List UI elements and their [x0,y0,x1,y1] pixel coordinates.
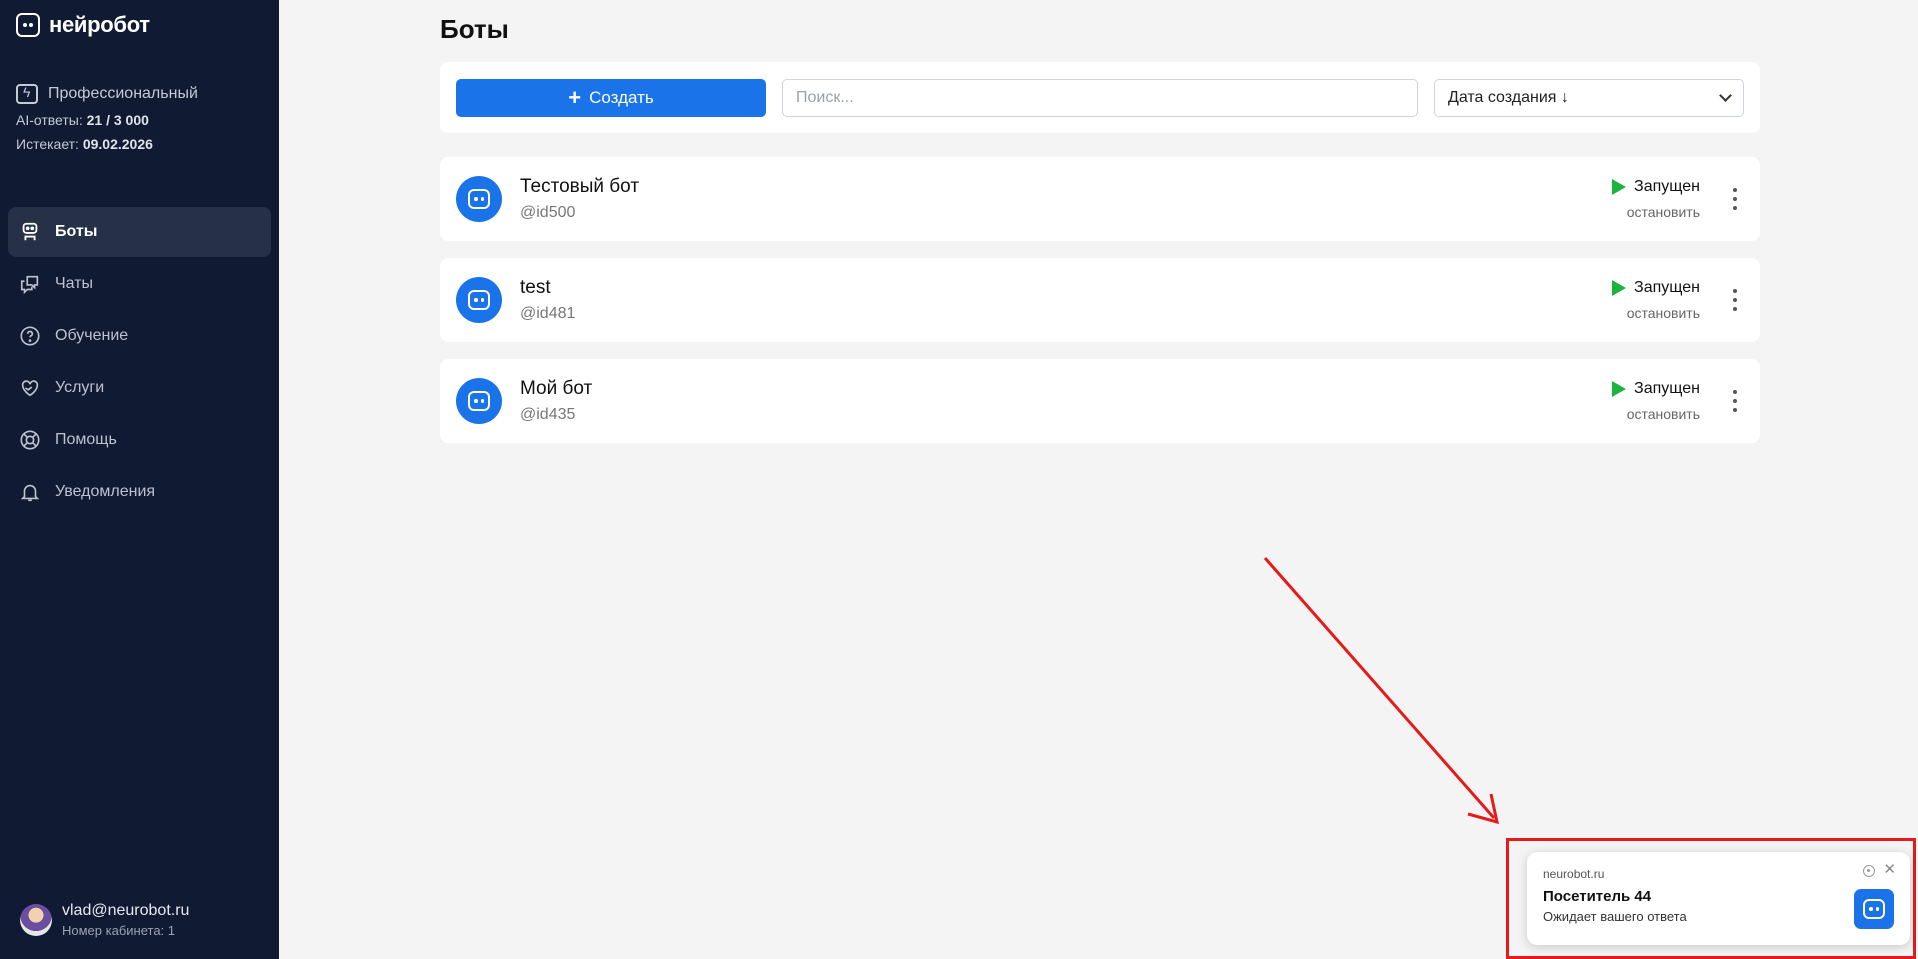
bot-handle: @id481 [520,305,576,322]
robot-icon [468,189,490,209]
bot-avatar [456,378,502,424]
bot-card[interactable]: Тестовый бот @id500 Запущен остановить [440,157,1760,241]
sidebar-item-services[interactable]: Услуги [8,363,271,413]
bot-card[interactable]: test @id481 Запущен остановить [440,258,1760,342]
plan-info: Профессиональный AI-ответы: 21 / 3 000 И… [16,84,198,152]
sidebar-item-label: Помощь [55,431,117,448]
user-email: vlad@neurobot.ru [62,902,190,919]
bot-card[interactable]: Мой бот @id435 Запущен остановить [440,359,1760,443]
sort-select-value: Дата создания ↓ [1448,89,1569,106]
bot-handle: @id435 [520,406,576,423]
heart-hand-icon [19,377,41,399]
notification-popup[interactable]: neurobot.ru Посетитель 44 Ожидает вашего… [1527,852,1910,945]
plus-icon: + [568,85,582,110]
bot-status-label: Запущен [1634,380,1700,397]
notification-subtitle: Ожидает вашего ответа [1543,909,1687,924]
settings-icon[interactable] [1863,865,1875,877]
logo-text: нейробот [49,12,150,37]
create-button-label: Создать [589,88,654,107]
play-icon [1612,280,1627,296]
stop-bot-link[interactable]: остановить [1627,406,1700,422]
bot-handle: @id500 [520,204,576,221]
robot-logo-icon [16,13,40,37]
user-profile[interactable]: vlad@neurobot.ru Номер кабинета: 1 [20,902,189,938]
bot-status-label: Запущен [1634,279,1700,296]
more-options-icon[interactable] [1732,390,1738,412]
sidebar-item-learning[interactable]: Обучение [8,311,271,361]
robot-icon [19,221,41,243]
bot-name[interactable]: test [520,277,551,299]
cabinet-number: Номер кабинета: 1 [62,923,176,938]
sidebar: нейробот Профессиональный AI-ответы: 21 … [0,0,279,959]
plan-name: Профессиональный [48,85,198,102]
page-title: Боты [440,14,509,44]
battery-bolt-icon [16,84,38,104]
stop-bot-link[interactable]: остановить [1627,305,1700,321]
notification-title: Посетитель 44 [1543,888,1652,905]
notification-site: neurobot.ru [1543,867,1605,881]
play-icon [1612,381,1627,397]
bot-status: Запущен [1612,178,1700,196]
sort-select[interactable]: Дата создания ↓ [1434,79,1744,117]
notification-bot-icon [1854,889,1894,929]
bot-name[interactable]: Тестовый бот [520,176,639,198]
robot-icon [468,391,490,411]
play-icon [1612,179,1627,195]
sidebar-item-label: Боты [55,223,98,240]
sidebar-item-bots[interactable]: Боты [8,207,271,257]
ai-answers: AI-ответы: 21 / 3 000 [16,112,149,128]
bell-icon [19,481,41,503]
bot-name[interactable]: Мой бот [520,378,592,400]
lifebuoy-icon [19,429,41,451]
avatar [20,904,52,936]
plan-expires: Истекает: 09.02.2026 [16,136,153,152]
annotation-arrow [1263,557,1499,825]
sidebar-item-label: Обучение [55,327,129,344]
plan-expires-value: 09.02.2026 [82,136,153,152]
bot-avatar [456,176,502,222]
chevron-down-icon [1719,89,1732,102]
robot-icon [1863,899,1885,919]
stop-bot-link[interactable]: остановить [1627,204,1700,220]
more-options-icon[interactable] [1732,289,1738,311]
bot-status: Запущен [1612,279,1700,297]
toolbar: + Создать Дата создания ↓ [440,62,1760,133]
sidebar-item-label: Уведомления [55,483,156,500]
bot-status: Запущен [1612,380,1700,398]
question-icon [19,325,41,347]
ai-answers-value: 21 / 3 000 [86,112,149,128]
chat-icon [19,273,41,295]
robot-icon [468,290,490,310]
more-options-icon[interactable] [1732,188,1738,210]
close-icon[interactable]: ✕ [1883,862,1896,877]
sidebar-item-chats[interactable]: Чаты [8,259,271,309]
logo[interactable]: нейробот [16,12,150,38]
bot-avatar [456,277,502,323]
sidebar-nav: Боты Чаты Обучение Услуги Помощь Уведомл… [8,207,271,519]
sidebar-item-label: Чаты [55,275,94,292]
create-bot-button[interactable]: + Создать [456,79,766,117]
search-input[interactable] [782,79,1418,117]
sidebar-item-help[interactable]: Помощь [8,415,271,465]
sidebar-item-label: Услуги [55,379,105,396]
sidebar-item-notifications[interactable]: Уведомления [8,467,271,517]
bot-status-label: Запущен [1634,178,1700,195]
